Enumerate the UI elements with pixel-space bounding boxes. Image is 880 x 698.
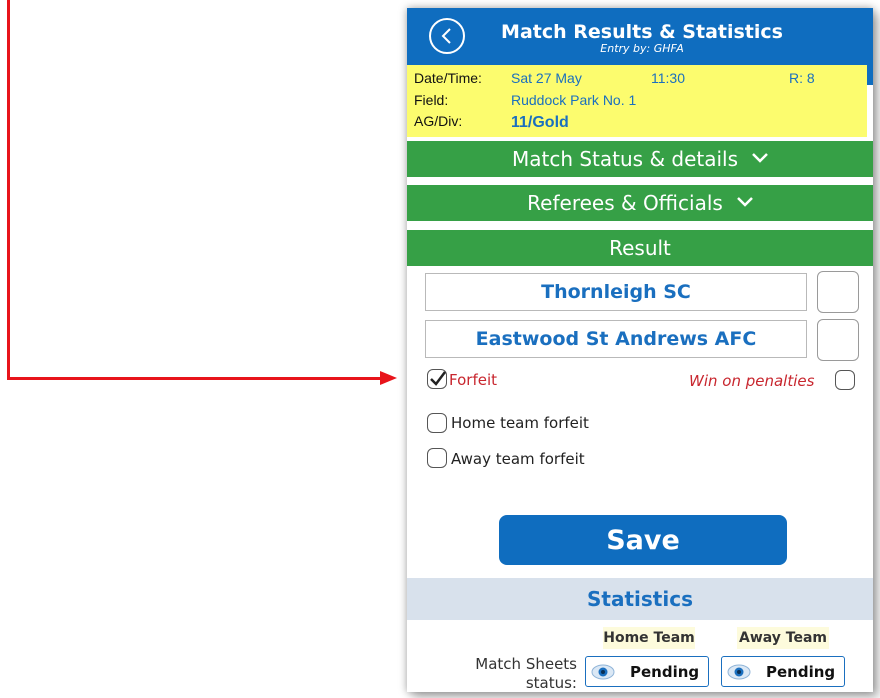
match-status-label: Match Status & details	[511, 147, 739, 171]
result-label: Result	[609, 236, 671, 260]
match-info-box: Date/Time: Sat 27 May 11:30 R: 8 Field: …	[407, 65, 867, 137]
away-team-name: Eastwood St Andrews AFC	[425, 320, 807, 358]
statistics-header: Statistics	[407, 578, 873, 620]
match-date: Sat 27 May	[511, 70, 582, 86]
arrow-head-icon	[380, 371, 397, 385]
referees-label: Referees & Officials	[527, 191, 723, 215]
chevron-down-icon	[752, 152, 768, 163]
forfeit-label: Forfeit	[449, 371, 497, 389]
referees-section[interactable]: Referees & Officials	[407, 185, 873, 221]
home-forfeit-label: Home team forfeit	[451, 414, 589, 432]
home-forfeit-checkbox[interactable]	[427, 413, 447, 433]
chevron-left-icon	[441, 28, 451, 44]
away-score-input[interactable]	[817, 319, 859, 361]
field-value: Ruddock Park No. 1	[511, 92, 637, 108]
header-edge	[867, 63, 873, 85]
agdiv-value: 11/Gold	[511, 114, 569, 131]
home-team-name: Thornleigh SC	[425, 273, 807, 311]
match-round: R: 8	[789, 70, 815, 86]
away-forfeit-checkbox[interactable]	[427, 448, 447, 468]
away-status-text: Pending	[766, 663, 836, 681]
eye-icon	[727, 664, 751, 680]
home-match-sheet-status-button[interactable]: Pending	[585, 656, 709, 687]
field-label: Field:	[414, 92, 449, 108]
page-title: Match Results & Statistics	[501, 21, 783, 43]
away-forfeit-label: Away team forfeit	[451, 450, 585, 468]
match-sheets-status-label: Match Sheets status:	[475, 655, 577, 692]
away-match-sheet-status-button[interactable]: Pending	[721, 656, 845, 687]
arrow-horizontal-line	[7, 377, 382, 380]
win-on-penalties-checkbox[interactable]	[835, 370, 855, 390]
checkmark-icon	[430, 371, 446, 386]
match-status-section[interactable]: Match Status & details	[407, 141, 873, 177]
home-score-input[interactable]	[817, 271, 859, 313]
arrow-vertical-line	[7, 0, 10, 380]
save-button[interactable]: Save	[499, 515, 787, 565]
away-team-column-header: Away Team	[737, 627, 829, 649]
match-time: 11:30	[651, 70, 685, 86]
win-on-penalties-label: Win on penalties	[689, 372, 815, 390]
datetime-label: Date/Time:	[414, 70, 482, 86]
eye-icon	[591, 664, 615, 680]
forfeit-checkbox[interactable]	[427, 369, 447, 389]
home-status-text: Pending	[630, 663, 700, 681]
result-section-header: Result	[407, 230, 873, 266]
home-team-column-header: Home Team	[603, 627, 695, 649]
chevron-down-icon	[736, 196, 753, 207]
match-results-panel: Match Results & Statistics Entry by: GHF…	[407, 8, 873, 692]
page-subtitle: Entry by: GHFA	[600, 42, 684, 55]
app-header: Match Results & Statistics Entry by: GHF…	[407, 8, 873, 65]
agdiv-label: AG/Div:	[414, 113, 463, 129]
back-button[interactable]	[429, 18, 465, 54]
